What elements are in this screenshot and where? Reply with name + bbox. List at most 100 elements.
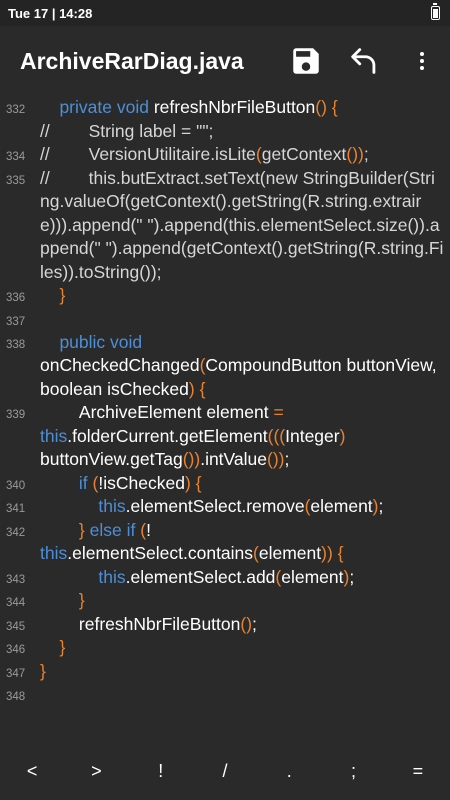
code-token: else if	[89, 519, 136, 540]
line-number: 341	[6, 503, 26, 515]
code-token: this	[98, 566, 126, 587]
code-line[interactable]: 344 }	[0, 589, 450, 613]
code-token: }	[59, 637, 66, 657]
code-token: ))	[321, 543, 333, 563]
code-text[interactable]: }	[40, 660, 450, 684]
code-line[interactable]: 335 // this.butExtract.setText(new String…	[0, 167, 450, 285]
symbol-key[interactable]: =	[393, 761, 443, 782]
more-options-button[interactable]	[398, 37, 446, 85]
code-token: ()	[240, 613, 253, 634]
symbol-key[interactable]: .	[264, 761, 314, 782]
code-line[interactable]: 340 if (!isChecked) {	[0, 472, 450, 496]
code-token: {	[331, 97, 338, 117]
line-number: 339	[6, 409, 26, 421]
code-text[interactable]: ArchiveElement element = this.folderCurr…	[40, 401, 450, 472]
code-token: onCheckedChanged	[40, 355, 200, 375]
code-token: {	[195, 472, 202, 493]
undo-button[interactable]	[340, 37, 388, 85]
code-token: =	[273, 402, 284, 422]
code-text[interactable]	[40, 683, 450, 706]
undo-icon	[351, 48, 376, 74]
code-line[interactable]: 337	[0, 308, 450, 331]
code-line[interactable]: 332 private void refreshNbrFileButton() …	[0, 96, 450, 120]
code-line[interactable]: 336 }	[0, 284, 450, 308]
code-text[interactable]: // this.butExtract.setText(new StringBui…	[40, 167, 450, 285]
code-token: }	[40, 660, 46, 681]
code-token: this	[40, 425, 68, 446]
code-line[interactable]: 339 ArchiveElement element = this.folder…	[0, 401, 450, 472]
app-bar: ArchiveRarDiag.java	[0, 26, 450, 96]
code-token: ()	[315, 97, 327, 117]
code-token: {	[337, 543, 344, 563]
code-text[interactable]: this.elementSelect.remove(element);	[40, 495, 450, 519]
line-number: 342	[6, 526, 26, 539]
status-bar: Tue 17 | 14:28	[0, 0, 450, 26]
code-line[interactable]: 346 }	[0, 636, 450, 660]
code-text[interactable]: if (!isChecked) {	[40, 472, 450, 496]
code-token: // String label = "";	[40, 120, 214, 141]
code-text[interactable]: refreshNbrFileButton();	[40, 613, 450, 637]
line-number: 334	[6, 151, 26, 163]
code-line[interactable]: 348	[0, 683, 450, 706]
status-time: Tue 17 | 14:28	[8, 5, 93, 21]
code-line[interactable]: 347}	[0, 660, 450, 684]
code-text[interactable]: public void onCheckedChanged(CompoundBut…	[40, 331, 450, 402]
code-token: ;	[363, 144, 369, 164]
more-vert-icon	[420, 52, 424, 70]
battery-icon	[431, 3, 440, 20]
line-number: 343	[6, 573, 26, 586]
code-text[interactable]: this.elementSelect.add(element);	[40, 566, 450, 590]
symbol-key[interactable]: >	[71, 761, 121, 782]
symbol-key[interactable]: /	[200, 761, 250, 782]
code-text[interactable]: }	[40, 636, 450, 660]
code-token: ()	[346, 144, 359, 164]
code-token: this	[98, 496, 126, 516]
code-line[interactable]: 343 this.elementSelect.add(element);	[0, 566, 450, 590]
code-line[interactable]: 334 // VersionUtilitaire.isLite(getContex…	[0, 143, 450, 167]
save-button[interactable]	[282, 37, 330, 85]
symbol-key[interactable]: !	[136, 761, 186, 782]
code-token: element	[310, 496, 373, 516]
save-icon	[293, 48, 319, 74]
code-text[interactable]: }	[40, 284, 450, 308]
code-text[interactable]: } else if (! this.elementSelect.contains…	[40, 519, 450, 566]
line-number: 338	[6, 338, 26, 351]
symbol-key[interactable]: <	[7, 761, 57, 782]
code-text[interactable]	[40, 308, 450, 331]
code-text[interactable]: private void refreshNbrFileButton() {	[40, 96, 450, 120]
code-token: ;	[378, 496, 384, 516]
code-editor[interactable]: 332 private void refreshNbrFileButton() …	[0, 96, 450, 746]
code-line[interactable]: 345 refreshNbrFileButton();	[0, 613, 450, 637]
symbol-key[interactable]: ;	[329, 761, 379, 782]
code-token: .elementSelect.remove	[125, 496, 305, 516]
code-token: this	[40, 543, 68, 563]
code-text[interactable]: // String label = "";	[40, 120, 450, 144]
code-token: // this.butExtract.setText(new StringBui…	[40, 167, 444, 282]
code-token: element	[281, 566, 344, 587]
code-token: getContext	[261, 144, 347, 164]
code-token: Integer	[285, 425, 340, 446]
code-token: element	[258, 543, 322, 563]
line-number: 344	[6, 597, 26, 609]
code-line[interactable]: 341 this.elementSelect.remove(element);	[0, 495, 450, 519]
line-number: 335	[6, 174, 26, 187]
code-token: {	[199, 378, 206, 399]
line-number	[0, 120, 40, 144]
code-token: )	[339, 425, 346, 446]
code-token: (((	[267, 425, 286, 446]
code-token: .elementSelect.contains	[67, 543, 254, 563]
code-token: !isChecked	[98, 472, 185, 493]
code-line[interactable]: 338 public void onCheckedChanged(Compoun…	[0, 331, 450, 402]
code-line[interactable]: // String label = "";	[0, 120, 450, 144]
code-text[interactable]: }	[40, 589, 450, 613]
line-number: 348	[6, 691, 26, 703]
code-text[interactable]: // VersionUtilitaire.isLite(getContext()…	[40, 143, 450, 167]
code-token: .intValue	[200, 449, 268, 469]
code-line[interactable]: 342 } else if (! this.elementSelect.cont…	[0, 519, 450, 566]
